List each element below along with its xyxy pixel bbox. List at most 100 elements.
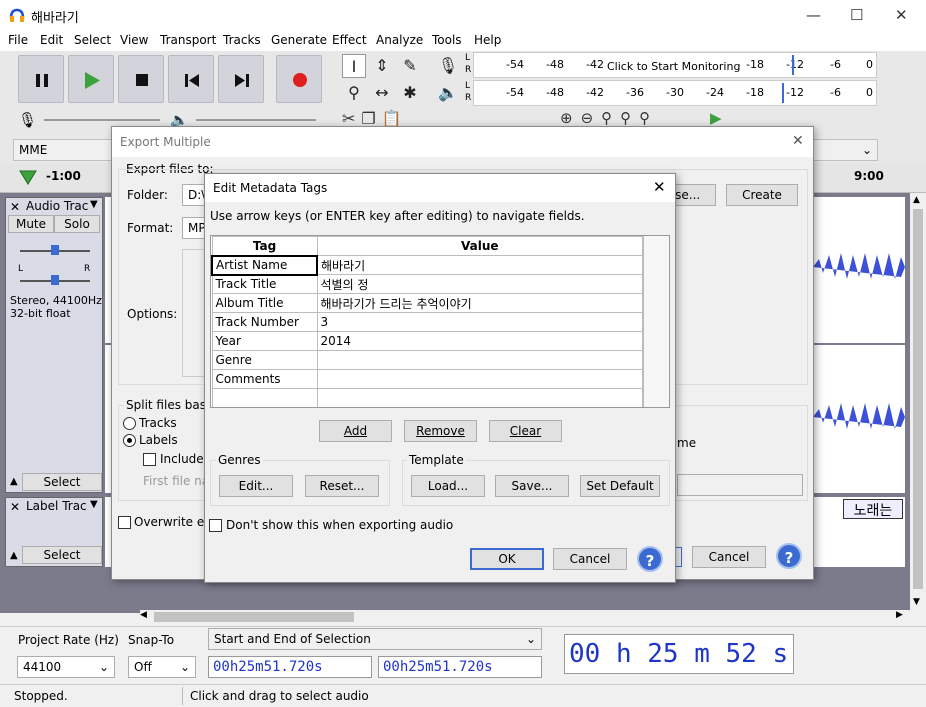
horizontal-scroll-thumb[interactable]: [154, 612, 354, 622]
menu-tools[interactable]: Tools: [432, 33, 462, 47]
remove-button[interactable]: Remove: [404, 420, 477, 442]
maximize-button[interactable]: ☐: [850, 6, 863, 24]
menu-transport[interactable]: Transport: [160, 33, 216, 47]
draw-tool-icon[interactable]: ✎: [398, 54, 422, 78]
menu-analyze[interactable]: Analyze: [376, 33, 423, 47]
label-track-name[interactable]: Label Trac: [26, 499, 87, 513]
tag-cell[interactable]: [211, 388, 318, 407]
grid-scroll-area[interactable]: [643, 236, 669, 407]
mute-button[interactable]: Mute: [8, 215, 54, 233]
value-cell[interactable]: [316, 388, 643, 407]
metadata-table[interactable]: Tag Value Artist Name 해바라기 Track Title 석별의…: [211, 236, 643, 407]
tag-cell[interactable]: Track Title: [211, 274, 318, 294]
edit-tools-icons[interactable]: ✂❐📋: [342, 109, 522, 128]
create-folder-button[interactable]: Create: [726, 184, 798, 206]
menu-file[interactable]: File: [8, 33, 28, 47]
export-multiple-close-icon[interactable]: ✕: [792, 133, 804, 149]
close-track-icon[interactable]: ✕: [10, 200, 20, 214]
menu-effect[interactable]: Effect: [332, 33, 367, 47]
export-multiple-cancel-button[interactable]: Cancel: [692, 546, 766, 568]
play-head-icon[interactable]: [18, 169, 38, 187]
speaker-icon[interactable]: 🔈: [436, 81, 460, 105]
tag-cell[interactable]: Artist Name: [211, 254, 318, 276]
zoom-tool-icon[interactable]: ⚲: [342, 81, 366, 105]
collapse-track-icon[interactable]: ▲: [10, 476, 18, 487]
pan-slider-thumb[interactable]: [51, 275, 59, 285]
table-row[interactable]: Track Title 석별의 정: [211, 274, 643, 294]
record-meter[interactable]: -54 -48 -42 Click to Start Monitoring -1…: [473, 52, 877, 78]
minimize-button[interactable]: —: [806, 6, 821, 24]
selection-mode-select[interactable]: Start and End of Selection ⌄: [208, 628, 542, 650]
audio-track-select-button[interactable]: Select: [22, 473, 102, 491]
menu-edit[interactable]: Edit: [40, 33, 63, 47]
add-button[interactable]: Add: [319, 420, 392, 442]
recording-volume-slider[interactable]: [44, 119, 160, 121]
selection-tool-icon[interactable]: I: [342, 54, 366, 78]
labels-radio[interactable]: [123, 434, 136, 447]
dont-show-checkbox[interactable]: [209, 519, 222, 532]
ok-button[interactable]: OK: [470, 548, 544, 570]
value-cell[interactable]: 3: [316, 312, 643, 332]
tracks-radio[interactable]: [123, 417, 136, 430]
label-track-select-button[interactable]: Select: [22, 546, 102, 564]
load-template-button[interactable]: Load...: [411, 475, 485, 497]
track-menu-arrow-icon[interactable]: ▼: [90, 199, 98, 210]
play-button[interactable]: [68, 55, 114, 103]
audio-position-time[interactable]: 00 h 25 m 52 s: [564, 634, 794, 674]
menu-view[interactable]: View: [120, 33, 148, 47]
record-button[interactable]: [276, 55, 322, 103]
table-row[interactable]: Comments: [211, 369, 643, 389]
audio-host-select[interactable]: MME: [13, 139, 113, 161]
collapse-label-track-icon[interactable]: ▲: [10, 550, 18, 561]
selection-start-time[interactable]: 00h25m51.720s: [208, 656, 372, 678]
monitor-text[interactable]: Click to Start Monitoring: [607, 60, 740, 73]
include-checkbox[interactable]: [143, 453, 156, 466]
label-marker[interactable]: 노래는: [843, 499, 903, 519]
pause-button[interactable]: [18, 55, 64, 103]
tag-cell[interactable]: Album Title: [211, 293, 318, 313]
horizontal-scrollbar[interactable]: ◀ ▶: [140, 610, 910, 624]
edit-genres-button[interactable]: Edit...: [219, 475, 293, 497]
value-cell[interactable]: 해바라기: [316, 255, 643, 275]
name-files-input[interactable]: [677, 474, 803, 496]
scroll-up-icon[interactable]: ▲: [913, 195, 920, 205]
microphone-icon[interactable]: 🎙: [436, 54, 460, 78]
metadata-close-icon[interactable]: ✕: [653, 178, 666, 196]
close-window-button[interactable]: ✕: [895, 6, 908, 24]
overwrite-checkbox[interactable]: [118, 516, 131, 529]
export-multiple-help-icon[interactable]: ?: [776, 543, 802, 569]
save-template-button[interactable]: Save...: [495, 475, 569, 497]
vertical-scroll-thumb[interactable]: [913, 209, 923, 589]
skip-to-end-button[interactable]: [218, 55, 264, 103]
value-cell[interactable]: 해바라기가 드리는 추억이야기: [316, 293, 643, 313]
menu-help[interactable]: Help: [474, 33, 501, 47]
gain-slider-thumb[interactable]: [51, 245, 59, 255]
device-select-right[interactable]: ⌄: [812, 139, 878, 161]
value-cell[interactable]: [316, 350, 643, 370]
label-track-menu-arrow-icon[interactable]: ▼: [90, 499, 98, 510]
table-row[interactable]: Track Number 3: [211, 312, 643, 332]
metadata-cancel-button[interactable]: Cancel: [553, 548, 627, 570]
vertical-scrollbar[interactable]: ▲ ▼: [910, 193, 926, 613]
table-row[interactable]: Album Title 해바라기가 드리는 추억이야기: [211, 293, 643, 313]
clear-button[interactable]: Clear: [489, 420, 562, 442]
skip-to-start-button[interactable]: [168, 55, 214, 103]
table-row[interactable]: [211, 388, 643, 407]
zoom-tools-icons[interactable]: ⊕⊖⚲⚲⚲: [560, 109, 700, 127]
envelope-tool-icon[interactable]: ⇕: [370, 54, 394, 78]
solo-button[interactable]: Solo: [54, 215, 100, 233]
metadata-help-icon[interactable]: ?: [637, 546, 663, 572]
menu-select[interactable]: Select: [74, 33, 111, 47]
tag-cell[interactable]: Genre: [211, 350, 318, 370]
project-rate-select[interactable]: 44100 ⌄: [17, 656, 115, 678]
value-cell[interactable]: 석별의 정: [316, 274, 643, 294]
table-row[interactable]: Genre: [211, 350, 643, 370]
menu-tracks[interactable]: Tracks: [223, 33, 261, 47]
reset-genres-button[interactable]: Reset...: [305, 475, 379, 497]
table-row[interactable]: Year 2014: [211, 331, 643, 351]
tag-cell[interactable]: Track Number: [211, 312, 318, 332]
timeshift-tool-icon[interactable]: ↔: [370, 81, 394, 105]
stop-button[interactable]: [118, 55, 164, 103]
tag-cell[interactable]: Year: [211, 331, 318, 351]
scroll-right-icon[interactable]: ▶: [896, 610, 903, 620]
